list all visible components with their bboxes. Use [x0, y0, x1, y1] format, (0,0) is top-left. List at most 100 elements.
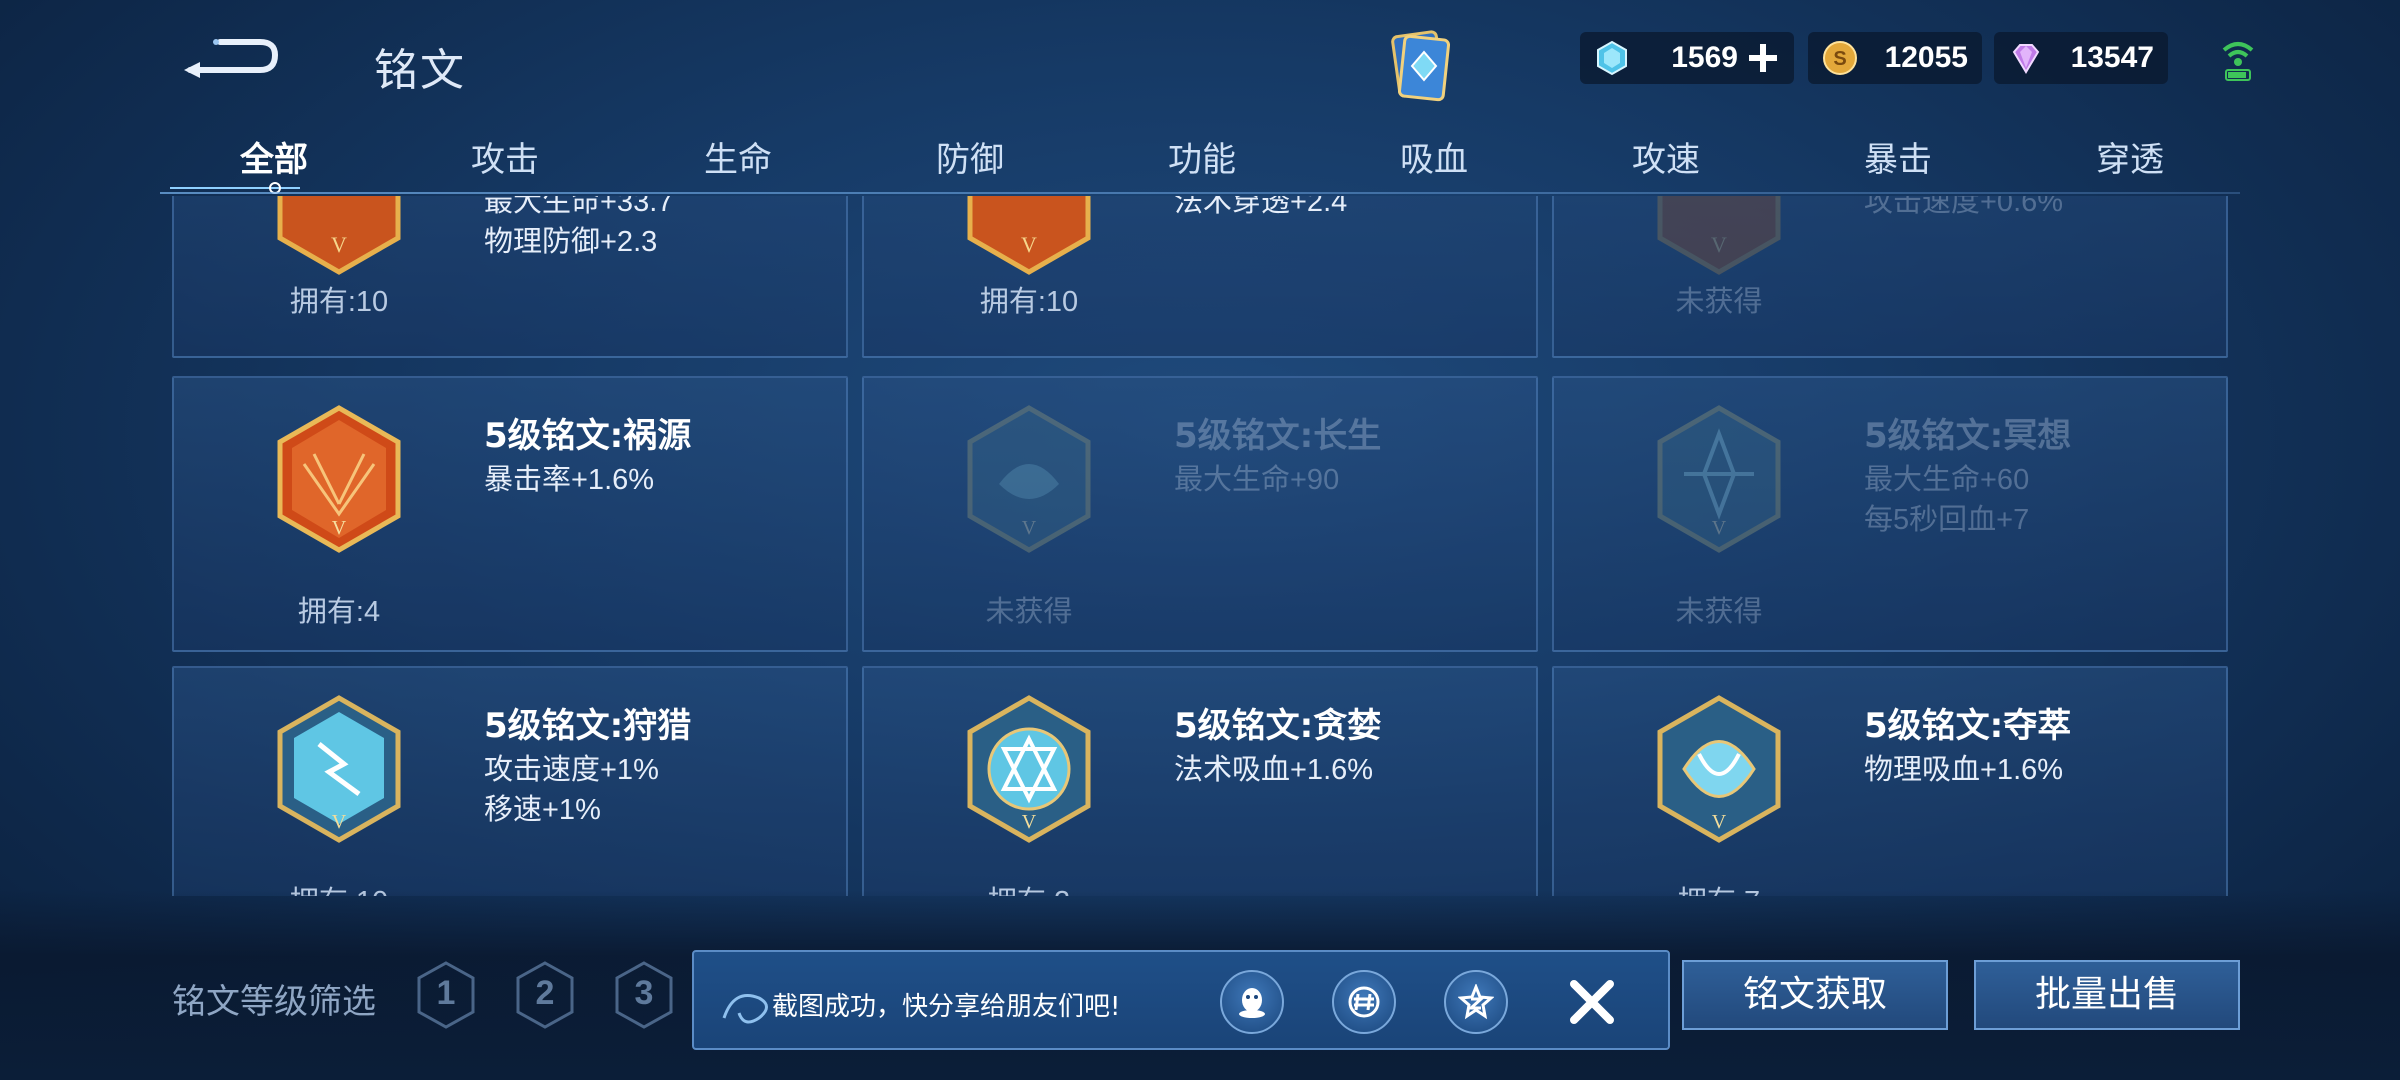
gem-value: 1569	[1671, 41, 1738, 74]
tab-health[interactable]: 生命	[704, 132, 772, 181]
inscription-attributes: 最大生命+60 每5秒回血+7	[1864, 460, 2029, 540]
huoyuan-inscription-icon: V	[277, 405, 401, 553]
inscription-card[interactable]: V 最大生命+33.7 物理防御+2.3 拥有:10	[172, 196, 848, 358]
inscription-name: 5级铭文:祸源	[484, 416, 692, 456]
tab-attack[interactable]: 攻击	[471, 132, 539, 181]
attribute-line: 移速+1%	[484, 794, 601, 826]
attribute-line: 攻击速度+0.6%	[1864, 196, 2064, 218]
attribute-line: 法术穿透+2.4	[1174, 196, 1348, 218]
attribute-line: 攻击速度+1%	[484, 754, 659, 786]
level-number: 1	[436, 974, 456, 1012]
screenshot-share-toast: 截图成功，快分享给朋友们吧!	[692, 950, 1670, 1050]
share-qzone-button[interactable]	[1444, 970, 1508, 1034]
inscription-attributes: 最大生命+33.7 物理防御+2.3	[484, 196, 673, 262]
inscription-card[interactable]: V 5级铭文:贪婪 法术吸血+1.6% 拥有:2	[862, 666, 1538, 896]
share-qq-button[interactable]	[1220, 970, 1284, 1034]
tab-divider	[160, 192, 2240, 194]
shoulie-inscription-icon: V	[277, 695, 401, 843]
close-icon[interactable]	[1562, 972, 1622, 1032]
attribute-line: 最大生命+90	[1174, 464, 1340, 496]
level-filter-2[interactable]: 2	[514, 960, 576, 1030]
inscription-name: 5级铭文:狩猎	[484, 706, 692, 746]
inscription-attributes: 法术穿透+2.4	[1174, 196, 1347, 222]
changsheng-inscription-icon: V	[967, 405, 1091, 553]
gold-currency: S 12055	[1808, 32, 1982, 84]
red-inscription-icon: V	[967, 196, 1091, 275]
inscription-attributes: 最大生命+90	[1174, 460, 1339, 500]
inscription-acquire-button[interactable]: 铭文获取	[1682, 960, 1948, 1030]
owned-count: 未获得	[1675, 286, 1763, 318]
tanlan-inscription-icon: V	[967, 695, 1091, 843]
inscription-attributes: 物理吸血+1.6%	[1864, 750, 2063, 790]
attribute-line: 暴击率+1.6%	[484, 464, 655, 496]
attribute-line: 最大生命+60	[1864, 464, 2030, 496]
diamond-icon	[2012, 44, 2040, 74]
back-arrow-icon[interactable]	[180, 30, 280, 80]
inscription-card[interactable]: V 5级铭文:狩猎 攻击速度+1% 移速+1% 拥有:10	[172, 666, 848, 896]
owned-count: 未获得	[1675, 596, 1763, 628]
svg-text:V: V	[332, 517, 347, 539]
attribute-line: 最大生命+33.7	[484, 196, 674, 218]
svg-text:V: V	[1712, 811, 1727, 833]
owned-count: 拥有:4	[297, 596, 381, 628]
owned-count: 拥有:10	[289, 286, 389, 318]
duocui-inscription-icon: V	[1657, 695, 1781, 843]
attribute-line: 物理防御+2.3	[484, 226, 658, 258]
tab-critical[interactable]: 暴击	[1864, 132, 1932, 181]
inscription-attributes: 攻击速度+1% 移速+1%	[484, 750, 659, 830]
inscription-card[interactable]: V 5级铭文:祸源 暴击率+1.6% 拥有:4	[172, 376, 848, 652]
inscription-card[interactable]: V 法术穿透+2.4 拥有:10	[862, 196, 1538, 358]
inscription-name: 5级铭文:冥想	[1864, 416, 2072, 456]
mingxiang-inscription-icon: V	[1657, 405, 1781, 553]
svg-text:V: V	[1711, 232, 1727, 257]
red-inscription-icon: V	[1657, 196, 1781, 275]
wechat-moments-icon	[1348, 986, 1380, 1018]
qzone-icon	[1458, 984, 1494, 1020]
red-inscription-icon: V	[277, 196, 401, 275]
share-moments-button[interactable]	[1332, 970, 1396, 1034]
svg-text:S: S	[1833, 48, 1846, 70]
level-number: 3	[634, 974, 654, 1012]
level-number: 2	[535, 974, 555, 1012]
page-title: 铭文	[374, 45, 466, 96]
tab-lifesteal[interactable]: 吸血	[1400, 132, 1468, 181]
inscription-name: 5级铭文:夺萃	[1864, 706, 2072, 746]
tab-function[interactable]: 功能	[1168, 132, 1236, 181]
category-tabs: 全部 攻击 生命 防御 功能 吸血 攻速 暴击 穿透	[160, 128, 2240, 194]
inscription-card[interactable]: V 5级铭文:冥想 最大生命+60 每5秒回血+7 未获得	[1552, 376, 2228, 652]
owned-count: 拥有:10	[979, 286, 1079, 318]
inscription-card[interactable]: V 攻击速度+0.6% 未获得	[1552, 196, 2228, 358]
inscription-grid: V 最大生命+33.7 物理防御+2.3 拥有:10 V 法术穿透+2.4 拥有…	[170, 196, 2230, 896]
level-filter-3[interactable]: 3	[613, 960, 675, 1030]
tab-defense[interactable]: 防御	[936, 132, 1004, 181]
inscription-attributes: 攻击速度+0.6%	[1864, 196, 2063, 222]
svg-text:V: V	[1712, 517, 1727, 539]
tab-all[interactable]: 全部	[240, 132, 308, 181]
svg-text:V: V	[332, 811, 347, 833]
level-filter-1[interactable]: 1	[415, 960, 477, 1030]
tab-attack-speed[interactable]: 攻速	[1632, 132, 1700, 181]
svg-text:V: V	[1022, 811, 1037, 833]
attribute-line: 法术吸血+1.6%	[1174, 754, 1374, 786]
svg-text:V: V	[331, 232, 347, 257]
card-pack-icon[interactable]	[1384, 26, 1456, 102]
inscription-attributes: 法术吸血+1.6%	[1174, 750, 1373, 790]
attribute-line: 每5秒回血+7	[1864, 504, 2030, 536]
tab-penetration[interactable]: 穿透	[2096, 132, 2164, 181]
inscription-attributes: 暴击率+1.6%	[484, 460, 654, 500]
inscription-card[interactable]: V 5级铭文:长生 最大生命+90 未获得	[862, 376, 1538, 652]
svg-text:V: V	[1022, 517, 1037, 539]
qq-icon	[1239, 988, 1265, 1018]
diamond-value: 13547	[2070, 41, 2154, 74]
crystal-icon	[1597, 40, 1627, 76]
bulk-sell-button[interactable]: 批量出售	[1974, 960, 2240, 1030]
inscription-name: 5级铭文:贪婪	[1174, 706, 1382, 746]
gold-value: 12055	[1884, 41, 1968, 74]
attribute-line: 物理吸血+1.6%	[1864, 754, 2064, 786]
inscription-card[interactable]: V 5级铭文:夺萃 物理吸血+1.6% 拥有:7	[1552, 666, 2228, 896]
toast-message: 截图成功，快分享给朋友们吧!	[772, 992, 1121, 1022]
plus-icon[interactable]	[1746, 41, 1780, 75]
inscription-name: 5级铭文:长生	[1174, 416, 1382, 456]
svg-text:V: V	[1021, 232, 1037, 257]
gold-coin-icon: S	[1823, 41, 1857, 75]
